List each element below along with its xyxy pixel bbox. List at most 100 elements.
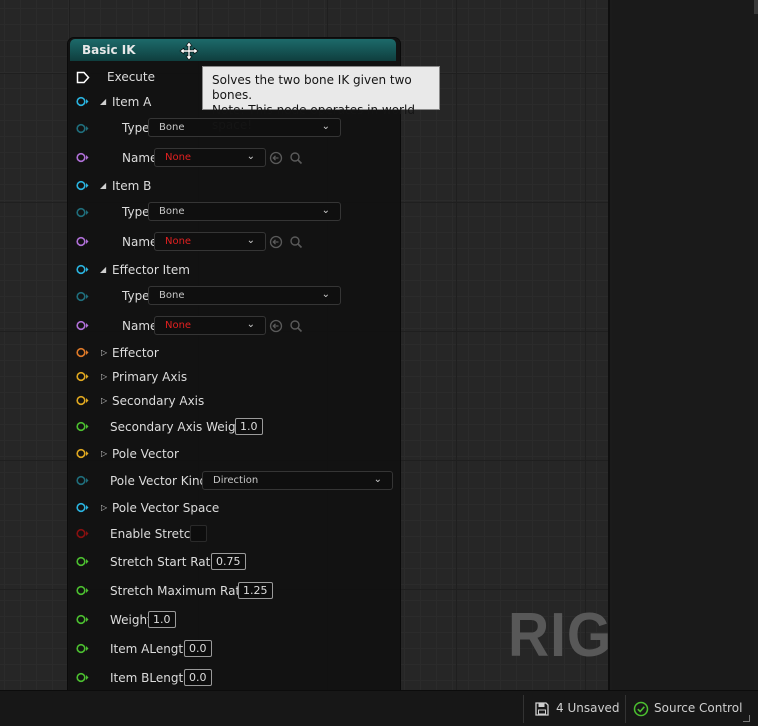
dropdown-value: None (165, 320, 192, 331)
move-cursor-icon (179, 41, 199, 61)
dropdown-value: Direction (213, 475, 259, 486)
unsaved-label: 4 Unsaved (556, 701, 620, 715)
type-label: Type (122, 205, 150, 219)
float-pin-icon[interactable] (76, 585, 89, 596)
float-pin-icon[interactable] (76, 643, 89, 654)
exec-pin-icon[interactable] (76, 71, 90, 84)
dropdown-value: None (165, 236, 192, 247)
stretch-start-ratio-input[interactable]: 0.75 (211, 553, 246, 570)
effector-item-row: ◢ Effector Item (68, 258, 398, 280)
status-bar: 4 Unsaved Source Control (0, 690, 758, 726)
collapse-triangle-icon[interactable]: ◢ (100, 265, 106, 274)
item-b-type-dropdown[interactable]: Bone ⌄ (148, 202, 341, 221)
struct-pin-icon[interactable] (76, 264, 89, 275)
effector-item-name-dropdown[interactable]: None ⌄ (154, 316, 266, 335)
float-pin-icon[interactable] (76, 672, 89, 683)
effector-item-type-row: Type Bone ⌄ (68, 285, 398, 307)
primary-axis-label: Primary Axis (112, 370, 188, 384)
enum-pin-icon[interactable] (76, 475, 89, 486)
use-selected-arrow-icon[interactable] (269, 235, 283, 249)
item-b-length-label: Item BLength (110, 671, 191, 685)
enable-stretch-checkbox[interactable] (190, 525, 207, 542)
browse-search-icon[interactable] (289, 151, 303, 165)
chevron-down-icon: ⌄ (321, 289, 330, 300)
expand-triangle-icon[interactable]: ▷ (101, 396, 107, 405)
type-label: Type (122, 289, 150, 303)
name-label: Name (122, 319, 158, 333)
chevron-down-icon: ⌄ (246, 235, 255, 246)
vector-pin-icon[interactable] (76, 395, 89, 406)
expand-triangle-icon[interactable]: ▷ (101, 449, 107, 458)
item-b-name-row: Name None ⌄ (68, 231, 398, 253)
save-disk-icon (535, 702, 549, 716)
enable-stretch-label: Enable Stretch (110, 527, 198, 541)
bool-pin-icon[interactable] (76, 528, 89, 539)
collapse-triangle-icon[interactable]: ◢ (100, 181, 106, 190)
browse-search-icon[interactable] (289, 319, 303, 333)
secondary-axis-weight-input[interactable]: 1.0 (235, 418, 263, 435)
tooltip-line: Note: This node operates in world space! (212, 103, 415, 132)
source-control-button[interactable]: Source Control (630, 691, 748, 726)
use-selected-arrow-icon[interactable] (269, 151, 283, 165)
basic-ik-node[interactable]: Basic IK Execute ◢ Item A Type Bone ⌄ Na… (68, 38, 400, 690)
stretch-maximum-ratio-row: Stretch Maximum Ratio 1.25 (68, 580, 398, 602)
enum-pin-icon[interactable] (76, 207, 89, 218)
node-header[interactable]: Basic IK (70, 39, 396, 61)
primary-axis-row: ▷ Primary Axis (68, 366, 398, 388)
struct-pin-icon[interactable] (76, 96, 89, 107)
item-a-length-row: Item ALength 0.0 (68, 638, 398, 660)
chevron-down-icon: ⌄ (321, 205, 330, 216)
use-selected-arrow-icon[interactable] (269, 319, 283, 333)
dropdown-value: Bone (159, 290, 185, 301)
enum-pin-icon[interactable] (76, 123, 89, 134)
item-b-row: ◢ Item B (68, 174, 398, 196)
pole-vector-row: ▷ Pole Vector (68, 443, 398, 465)
struct-pin-icon[interactable] (76, 502, 89, 513)
weight-label: Weight (110, 613, 152, 627)
item-b-name-dropdown[interactable]: None ⌄ (154, 232, 266, 251)
type-label: Type (122, 121, 150, 135)
node-title: Basic IK (82, 43, 136, 57)
effector-item-type-dropdown[interactable]: Bone ⌄ (148, 286, 341, 305)
graph-canvas[interactable]: RIG Basic IK Execute ◢ Item A Type Bone … (0, 0, 608, 690)
expand-triangle-icon[interactable]: ▷ (101, 372, 107, 381)
expand-triangle-icon[interactable]: ▷ (101, 503, 107, 512)
name-pin-icon[interactable] (76, 236, 89, 247)
resize-grip-icon[interactable] (743, 715, 750, 722)
pole-vector-kind-row: Pole Vector Kind Direction ⌄ (68, 470, 398, 492)
browse-search-icon[interactable] (289, 235, 303, 249)
expand-triangle-icon[interactable]: ▷ (101, 348, 107, 357)
stretch-start-ratio-row: Stretch Start Ratio 0.75 (68, 551, 398, 573)
item-a-length-output: 0.0 (184, 640, 212, 657)
dropdown-value: None (165, 152, 192, 163)
float-pin-icon[interactable] (76, 421, 89, 432)
float-pin-icon[interactable] (76, 614, 89, 625)
unsaved-button[interactable]: 4 Unsaved (530, 691, 624, 726)
execute-label: Execute (107, 70, 155, 84)
vector-pin-icon[interactable] (76, 448, 89, 459)
secondary-axis-weight-label: Secondary Axis Weight (110, 420, 248, 434)
chevron-down-icon: ⌄ (246, 151, 255, 162)
effector-label: Effector (112, 346, 159, 360)
vector-pin-icon[interactable] (76, 371, 89, 382)
pole-vector-space-label: Pole Vector Space (112, 501, 220, 515)
panel-scrollbar[interactable] (754, 0, 758, 14)
collapse-triangle-icon[interactable]: ◢ (100, 97, 106, 106)
status-separator (625, 695, 626, 723)
item-a-name-row: Name None ⌄ (68, 147, 398, 169)
enum-pin-icon[interactable] (76, 291, 89, 302)
source-control-label: Source Control (654, 701, 743, 715)
weight-input[interactable]: 1.0 (148, 611, 176, 628)
pole-vector-kind-dropdown[interactable]: Direction ⌄ (202, 471, 393, 490)
item-a-length-label: Item ALength (110, 642, 191, 656)
name-pin-icon[interactable] (76, 152, 89, 163)
float-pin-icon[interactable] (76, 556, 89, 567)
pole-vector-kind-label: Pole Vector Kind (110, 474, 208, 488)
struct-pin-icon[interactable] (76, 180, 89, 191)
node-tooltip: Solves the two bone IK given two bones. … (202, 66, 440, 132)
stretch-maximum-ratio-input[interactable]: 1.25 (238, 582, 273, 599)
item-a-name-dropdown[interactable]: None ⌄ (154, 148, 266, 167)
name-pin-icon[interactable] (76, 320, 89, 331)
pole-vector-label: Pole Vector (112, 447, 179, 461)
transform-pin-icon[interactable] (76, 347, 89, 358)
